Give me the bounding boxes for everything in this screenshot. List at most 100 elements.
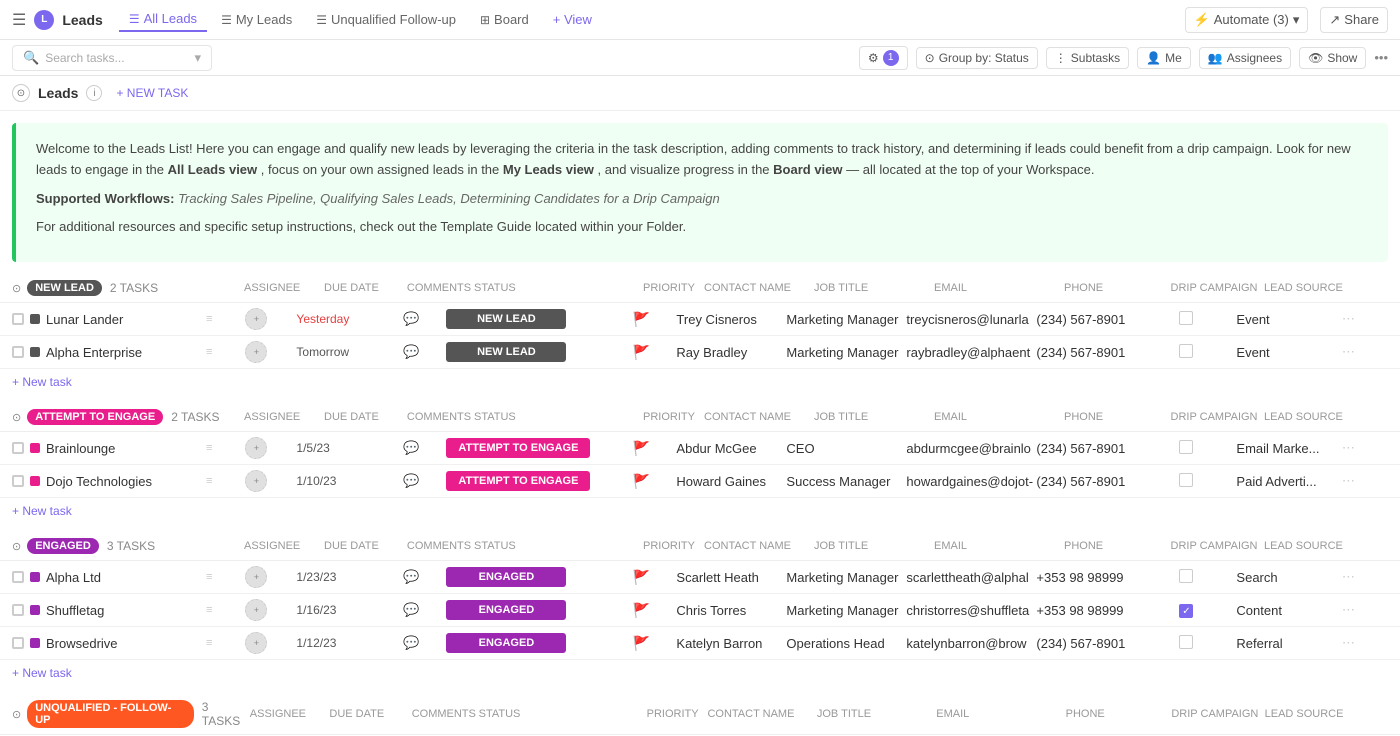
task-name[interactable]: Alpha Enterprise <box>46 345 206 360</box>
status-badge[interactable]: NEW LEAD <box>446 342 566 362</box>
menu-icon[interactable]: ☰ <box>12 10 26 30</box>
new-task-button[interactable]: + NEW TASK <box>110 84 194 102</box>
task-checkbox[interactable] <box>12 313 24 325</box>
task-priority[interactable]: 🚩 <box>606 602 676 619</box>
task-name[interactable]: Shuffletag <box>46 603 206 618</box>
task-due-date[interactable]: 1/12/23 <box>296 636 376 650</box>
task-comments[interactable]: 💬 <box>376 602 446 618</box>
task-checkbox[interactable] <box>12 346 24 358</box>
task-name[interactable]: Dojo Technologies <box>46 474 206 489</box>
drip-checkbox[interactable] <box>1179 344 1193 358</box>
task-status[interactable]: ENGAGED <box>446 600 606 620</box>
assignees-button[interactable]: 👥 Assignees <box>1199 47 1291 69</box>
task-checkbox[interactable] <box>12 442 24 454</box>
search-input[interactable]: 🔍 Search tasks... ▾ <box>12 45 212 71</box>
task-checkbox[interactable] <box>12 571 24 583</box>
drip-checkbox[interactable] <box>1179 440 1193 454</box>
status-badge[interactable]: ENGAGED <box>446 567 566 587</box>
task-name[interactable]: Brainlounge <box>46 441 206 456</box>
status-badge[interactable]: ATTEMPT TO ENGAGE <box>446 471 590 491</box>
task-comments[interactable]: 💬 <box>376 440 446 456</box>
automate-button[interactable]: ⚡ Automate (3) ▾ <box>1185 7 1309 33</box>
task-assignee[interactable]: + <box>216 632 296 654</box>
task-priority[interactable]: 🚩 <box>606 440 676 457</box>
row-options-icon[interactable]: ⋯ <box>1336 569 1360 585</box>
add-task-new-lead[interactable]: + New task <box>0 369 84 395</box>
task-due-date[interactable]: 1/10/23 <box>296 474 376 488</box>
row-options-icon[interactable]: ⋯ <box>1336 635 1360 651</box>
task-checkbox[interactable] <box>12 604 24 616</box>
task-name[interactable]: Lunar Lander <box>46 312 206 327</box>
task-due-date[interactable]: 1/23/23 <box>296 570 376 584</box>
task-status[interactable]: ENGAGED <box>446 633 606 653</box>
task-status[interactable]: ATTEMPT TO ENGAGE <box>446 471 606 491</box>
group-by-button[interactable]: ⊙ Group by: Status <box>916 47 1038 69</box>
status-badge[interactable]: ATTEMPT TO ENGAGE <box>446 438 590 458</box>
task-due-date[interactable]: Tomorrow <box>296 345 376 359</box>
task-assignee[interactable]: + <box>216 599 296 621</box>
table-row[interactable]: Alpha Enterprise ≡ + Tomorrow 💬 NEW LEAD… <box>0 336 1400 369</box>
row-options-icon[interactable]: ⋯ <box>1336 473 1360 489</box>
task-priority[interactable]: 🚩 <box>606 344 676 361</box>
section-badge-engaged[interactable]: ENGAGED <box>27 538 99 554</box>
section-badge-unqualified-follow-up[interactable]: UNQUALIFIED - FOLLOW-UP <box>27 700 194 728</box>
task-priority[interactable]: 🚩 <box>606 635 676 652</box>
row-options-icon[interactable]: ⋯ <box>1336 344 1360 360</box>
task-comments[interactable]: 💬 <box>376 635 446 651</box>
section-header-unqualified-follow-up[interactable]: ⊙ UNQUALIFIED - FOLLOW-UP 3 TASKS ASSIGN… <box>0 694 1400 735</box>
section-badge-attempt-to-engage[interactable]: ATTEMPT TO ENGAGE <box>27 409 163 425</box>
task-drip-campaign[interactable] <box>1136 311 1236 328</box>
add-task-engaged[interactable]: + New task <box>0 660 84 686</box>
drip-checkbox[interactable] <box>1179 311 1193 325</box>
task-name[interactable]: Alpha Ltd <box>46 570 206 585</box>
row-options-icon[interactable]: ⋯ <box>1336 440 1360 456</box>
add-task-attempt-to-engage[interactable]: + New task <box>0 498 84 524</box>
task-priority[interactable]: 🚩 <box>606 473 676 490</box>
task-comments[interactable]: 💬 <box>376 311 446 327</box>
task-checkbox[interactable] <box>12 637 24 649</box>
task-status[interactable]: ENGAGED <box>446 567 606 587</box>
task-assignee[interactable]: + <box>216 566 296 588</box>
section-header-attempt-to-engage[interactable]: ⊙ ATTEMPT TO ENGAGE 2 TASKS ASSIGNEE DUE… <box>0 403 1400 432</box>
status-badge[interactable]: ENGAGED <box>446 633 566 653</box>
task-comments[interactable]: 💬 <box>376 473 446 489</box>
table-row[interactable]: Alpha Ltd ≡ + 1/23/23 💬 ENGAGED 🚩 Scarle… <box>0 561 1400 594</box>
task-checkbox[interactable] <box>12 475 24 487</box>
task-due-date[interactable]: Yesterday <box>296 312 376 326</box>
drip-checkbox[interactable] <box>1179 635 1193 649</box>
row-options-icon[interactable]: ⋯ <box>1336 311 1360 327</box>
task-drip-campaign[interactable] <box>1136 440 1236 457</box>
task-priority[interactable]: 🚩 <box>606 569 676 586</box>
me-button[interactable]: 👤 Me <box>1137 47 1191 69</box>
subtasks-button[interactable]: ⋮ Subtasks <box>1046 47 1129 69</box>
task-assignee[interactable]: + <box>216 470 296 492</box>
task-due-date[interactable]: 1/5/23 <box>296 441 376 455</box>
more-options-icon[interactable]: ••• <box>1374 50 1388 65</box>
leads-collapse-btn[interactable]: ⊙ <box>12 84 30 102</box>
task-assignee[interactable]: + <box>216 341 296 363</box>
task-comments[interactable]: 💬 <box>376 569 446 585</box>
status-badge[interactable]: NEW LEAD <box>446 309 566 329</box>
drip-checkbox[interactable] <box>1179 569 1193 583</box>
section-header-new-lead[interactable]: ⊙ NEW LEAD 2 TASKS ASSIGNEE DUE DATE COM… <box>0 274 1400 303</box>
drip-checkbox[interactable] <box>1179 473 1193 487</box>
task-drip-campaign[interactable] <box>1136 473 1236 490</box>
task-assignee[interactable]: + <box>216 308 296 330</box>
drip-checkbox-checked[interactable]: ✓ <box>1179 604 1193 618</box>
task-drip-campaign[interactable] <box>1136 635 1236 652</box>
task-comments[interactable]: 💬 <box>376 344 446 360</box>
show-button[interactable]: 👁 Show <box>1299 47 1366 69</box>
task-name[interactable]: Browsedrive <box>46 636 206 651</box>
table-row[interactable]: Browsedrive ≡ + 1/12/23 💬 ENGAGED 🚩 Kate… <box>0 627 1400 660</box>
tab-add-view[interactable]: + View <box>543 8 602 31</box>
task-drip-campaign[interactable]: ✓ <box>1136 602 1236 619</box>
share-button[interactable]: ↗ Share <box>1320 7 1388 33</box>
tab-board[interactable]: ⊞ Board <box>470 8 539 31</box>
task-status[interactable]: ATTEMPT TO ENGAGE <box>446 438 606 458</box>
task-due-date[interactable]: 1/16/23 <box>296 603 376 617</box>
tab-my-leads[interactable]: ☰ My Leads <box>211 8 302 31</box>
tab-unqualified[interactable]: ☰ Unqualified Follow-up <box>306 8 466 31</box>
task-status[interactable]: NEW LEAD <box>446 342 606 362</box>
task-assignee[interactable]: + <box>216 437 296 459</box>
section-badge-new-lead[interactable]: NEW LEAD <box>27 280 102 296</box>
